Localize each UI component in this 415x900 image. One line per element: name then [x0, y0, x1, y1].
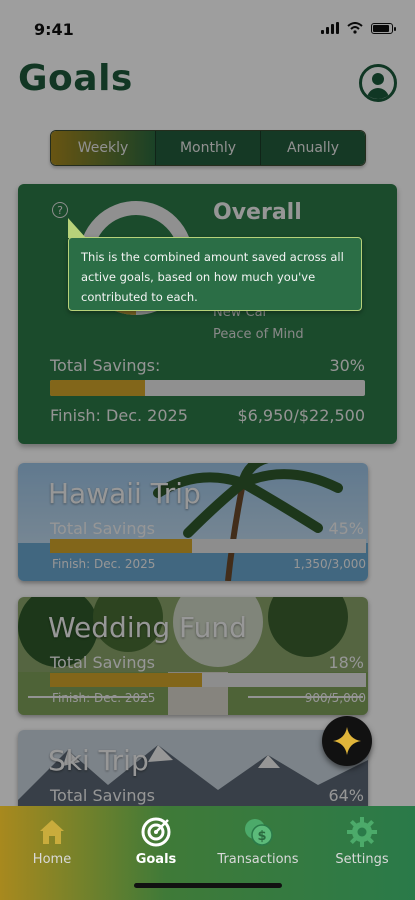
goal-finish-date: Finish: Dec. 2025 [52, 691, 156, 705]
overall-info-tooltip: This is the combined amount saved across… [68, 218, 362, 311]
overall-finish-date: Finish: Dec. 2025 [50, 406, 188, 425]
goal-name: Ski Trip [48, 744, 149, 777]
goal-amount: 900/5,000 [304, 691, 366, 705]
profile-icon[interactable] [359, 64, 397, 102]
goal-name: Hawaii Trip [48, 477, 201, 510]
goal-card-wedding[interactable]: Wedding Fund Total Savings 18% Finish: D… [18, 597, 368, 715]
goal-percent: 64% [328, 786, 364, 805]
goals-screen: 9:41 Goals Weekly Monthly Anually ? Over… [0, 0, 415, 900]
tab-label: Settings [335, 852, 389, 867]
goal-savings-label: Total Savings [50, 653, 155, 672]
goal-amount: 1,350/3,000 [293, 557, 366, 571]
home-indicator [134, 883, 282, 888]
goal-progress-bar [50, 673, 366, 687]
battery-icon [371, 22, 396, 34]
tab-goals[interactable]: Goals [106, 816, 206, 867]
overall-title: Overall [213, 200, 302, 225]
gear-icon [347, 817, 377, 847]
tab-settings[interactable]: Settings [312, 816, 412, 867]
page-title: Goals [18, 58, 133, 99]
add-goal-button[interactable] [322, 716, 372, 766]
tab-label: Transactions [217, 852, 299, 867]
goal-savings-label: Total Savings [50, 786, 155, 805]
status-icons [321, 22, 396, 34]
status-bar: 9:41 [0, 0, 415, 56]
goal-savings-label: Total Savings [50, 519, 155, 538]
legend-item: Peace of Mind [213, 327, 304, 342]
period-selector: Weekly Monthly Anually [50, 130, 366, 166]
tab-label: Goals [135, 852, 177, 867]
home-icon [40, 820, 64, 844]
goal-progress-fill [50, 539, 193, 553]
overall-amount: $6,950/$22,500 [237, 406, 365, 425]
segment-annually[interactable]: Anually [260, 131, 365, 165]
tab-home[interactable]: Home [2, 816, 102, 867]
goal-percent: 45% [328, 519, 364, 538]
goal-finish-date: Finish: Dec. 2025 [52, 557, 156, 571]
wifi-icon [347, 22, 363, 34]
help-icon[interactable]: ? [52, 202, 68, 218]
goal-progress-bar [50, 539, 366, 553]
tab-label: Home [32, 852, 72, 867]
coins-icon: $ [245, 819, 273, 846]
segment-monthly[interactable]: Monthly [155, 131, 260, 165]
goal-name: Wedding Fund [48, 611, 247, 644]
tab-transactions[interactable]: $ Transactions [208, 816, 308, 867]
signal-icon [321, 22, 339, 34]
segment-weekly[interactable]: Weekly [51, 131, 155, 165]
overall-total-label: Total Savings: [50, 356, 161, 375]
overall-progress-bar [50, 380, 365, 396]
target-icon [141, 817, 171, 847]
overall-percent: 30% [329, 356, 365, 375]
goal-progress-fill [50, 673, 202, 687]
sparkle-icon [333, 727, 361, 755]
overall-progress-fill [50, 380, 145, 396]
goal-percent: 18% [328, 653, 364, 672]
status-time: 9:41 [34, 20, 74, 39]
svg-text:$: $ [257, 829, 266, 844]
goal-card-hawaii[interactable]: Hawaii Trip Total Savings 45% Finish: De… [18, 463, 368, 581]
